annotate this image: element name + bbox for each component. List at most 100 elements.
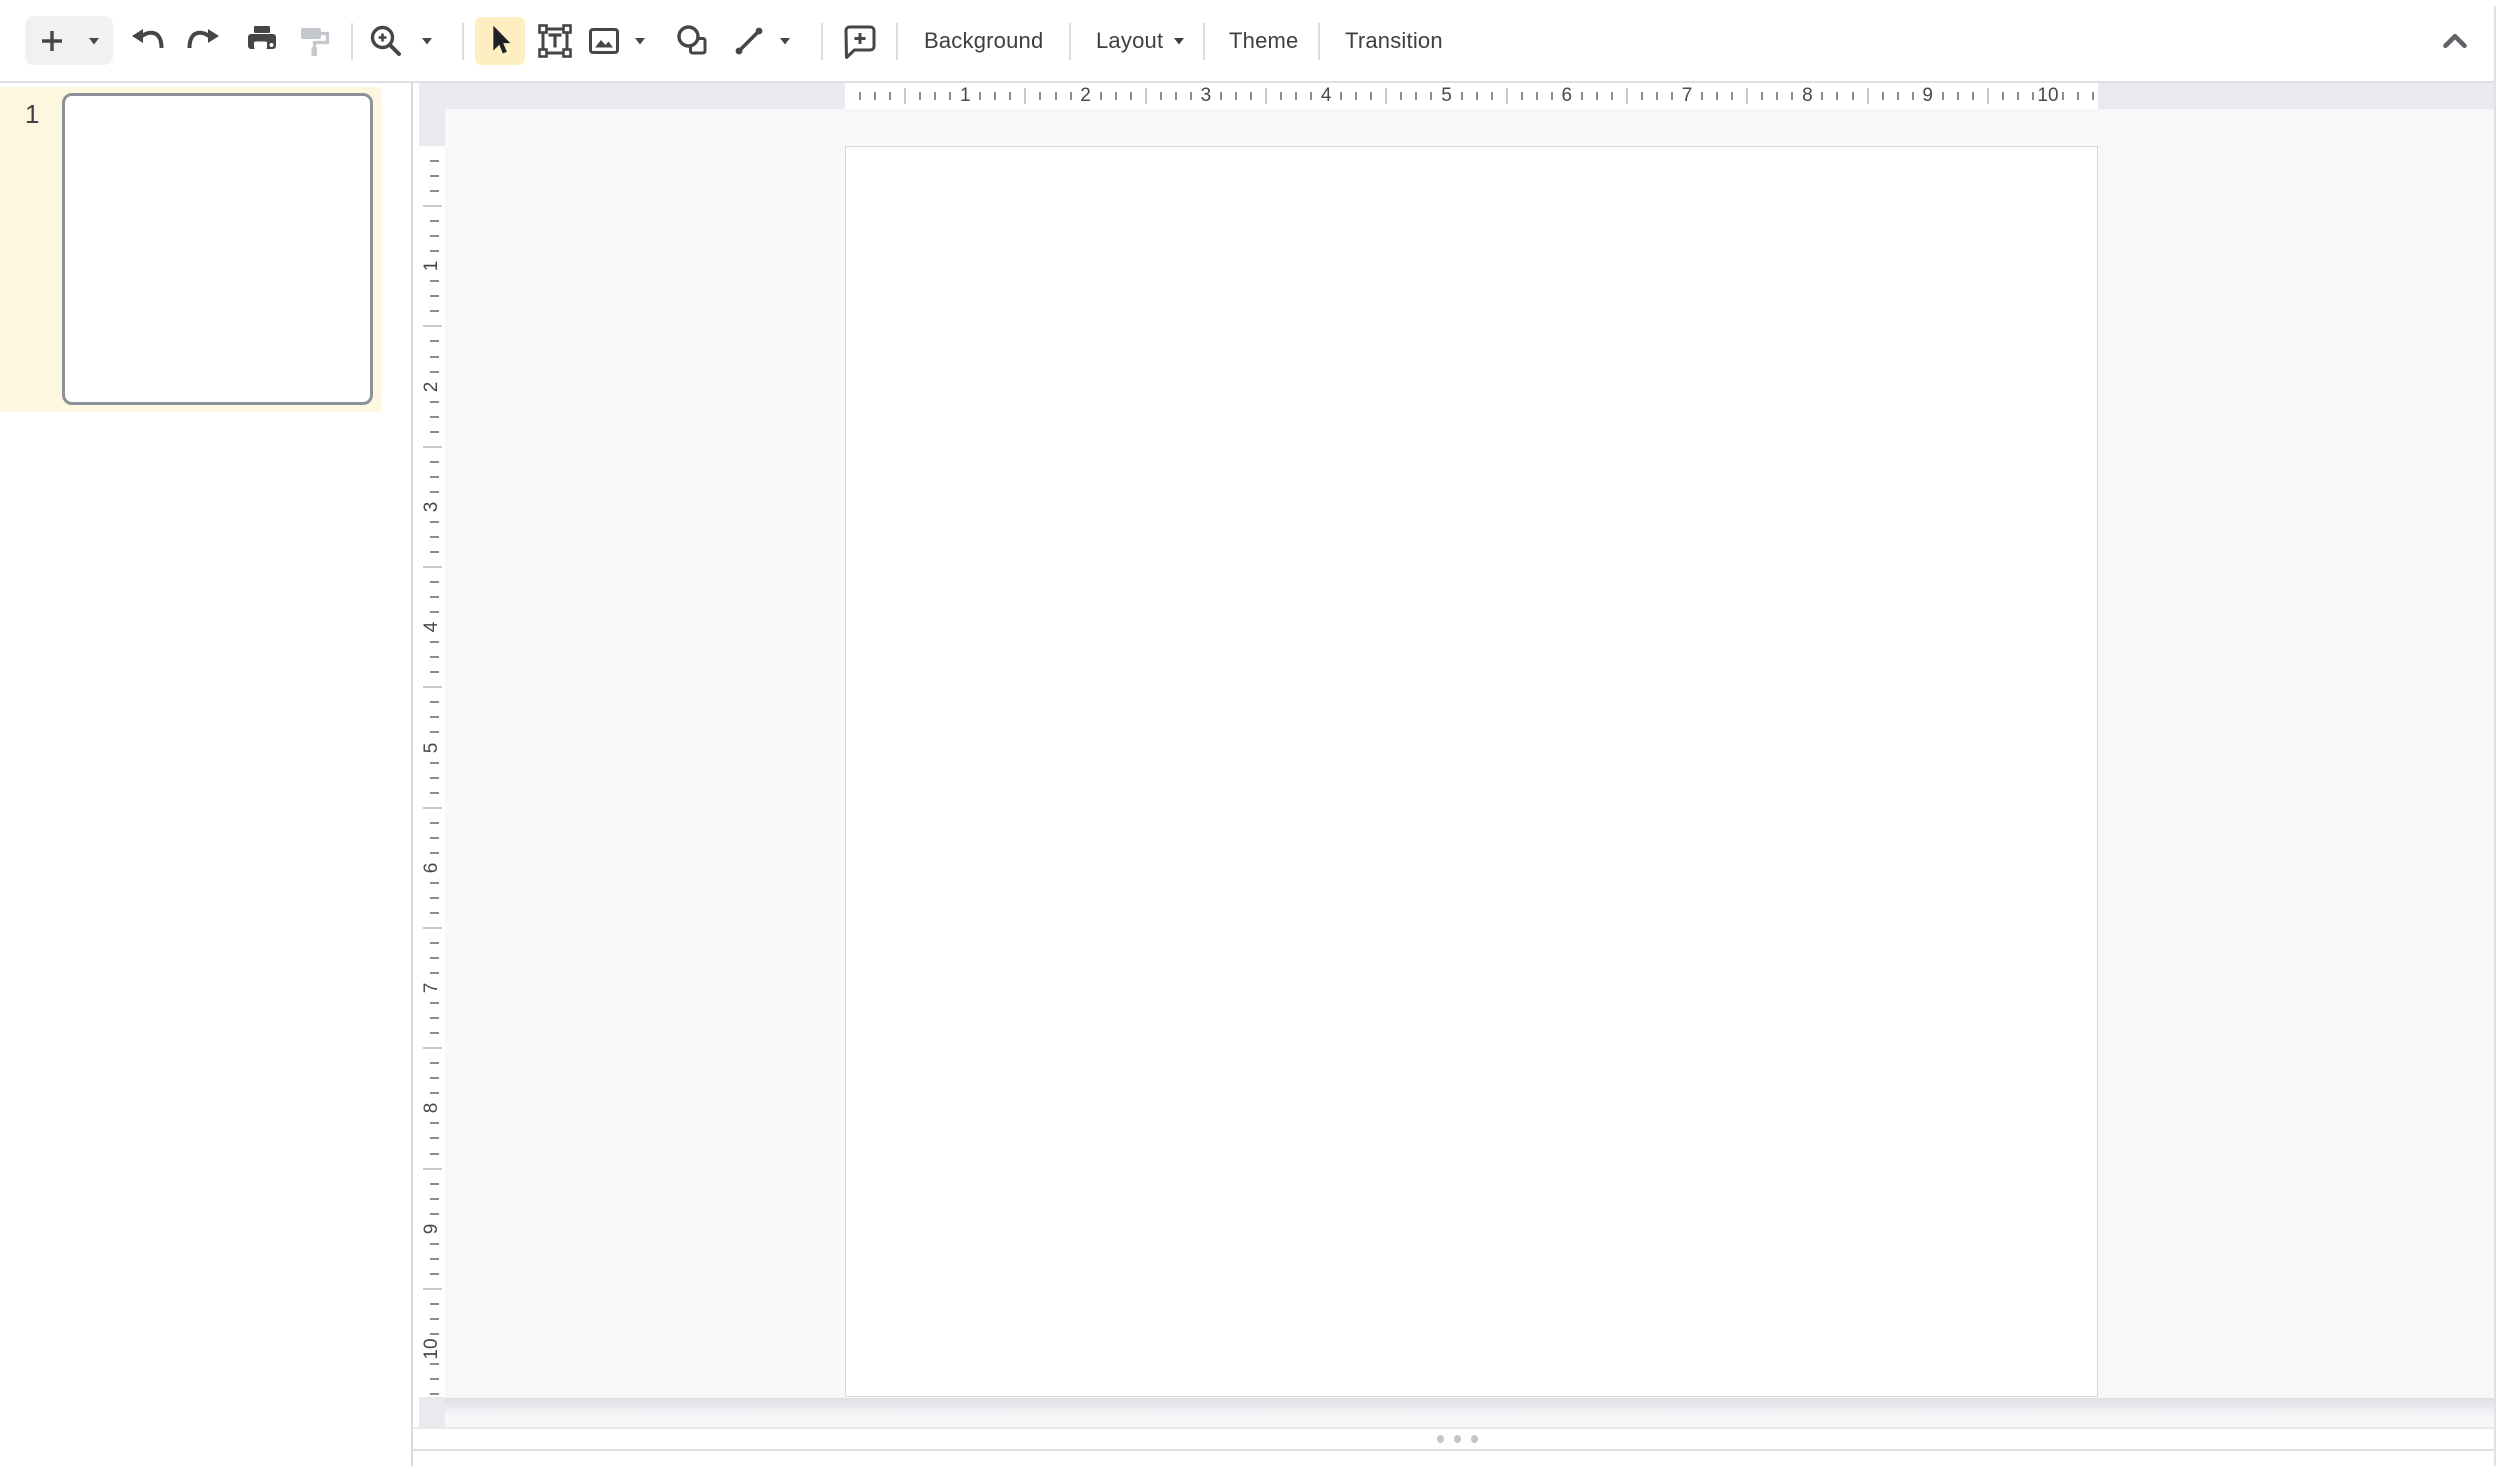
- ruler-tick: [1972, 92, 1974, 100]
- ruler-tick: [994, 92, 996, 100]
- redo-button[interactable]: [179, 17, 227, 65]
- ruler-tick: [859, 92, 861, 100]
- ruler-tick: [1731, 92, 1733, 100]
- ruler-tick: [430, 476, 439, 478]
- ruler-tick: [430, 416, 439, 418]
- ruler-tick: [430, 942, 439, 944]
- ruler-tick: [430, 295, 439, 297]
- ruler-tick: [430, 972, 439, 974]
- background-button[interactable]: Background: [908, 17, 1059, 65]
- ruler-tick: [1461, 92, 1463, 100]
- select-tool-button[interactable]: [475, 17, 525, 65]
- ruler-number: 9: [421, 1223, 443, 1234]
- ruler-number: 4: [1321, 83, 1332, 109]
- toolbar-separator: [1203, 23, 1205, 60]
- ruler-tick: [1776, 92, 1778, 100]
- ruler-tick: [1115, 92, 1117, 100]
- insert-image-button[interactable]: [584, 17, 647, 65]
- ruler-tick: [430, 957, 439, 959]
- zoom-button[interactable]: [366, 17, 434, 65]
- ruler-tick: [430, 1002, 439, 1004]
- ruler-tick: [1701, 92, 1703, 100]
- ruler-tick: [1671, 92, 1673, 100]
- chevron-down-icon: [633, 36, 647, 46]
- ruler-tick: [1310, 92, 1312, 100]
- ruler-tick: [1791, 92, 1793, 100]
- ruler-tick: [1385, 88, 1387, 104]
- ruler-tick: [2032, 92, 2034, 100]
- ruler-tick: [430, 371, 439, 373]
- ruler-tick: [430, 175, 439, 177]
- insert-shape-button[interactable]: [669, 17, 717, 65]
- text-box-button[interactable]: [531, 17, 579, 65]
- ruler-tick: [430, 701, 439, 703]
- ruler-number: 3: [421, 502, 443, 513]
- ruler-tick: [1070, 92, 1072, 100]
- line-icon: [729, 21, 769, 61]
- ruler-tick: [1882, 92, 1884, 100]
- ruler-tick: [1160, 92, 1162, 100]
- ruler-tick: [1024, 88, 1026, 104]
- comment-plus-icon: [840, 21, 880, 61]
- ruler-tick: [1100, 92, 1102, 100]
- ruler-tick: [889, 92, 891, 100]
- ruler-tick: [430, 837, 439, 839]
- print-button[interactable]: [238, 17, 286, 65]
- insert-line-button[interactable]: [729, 17, 792, 65]
- ruler-number: 8: [421, 1103, 443, 1114]
- ruler-tick: [1400, 92, 1402, 100]
- ruler-tick: [1506, 88, 1508, 104]
- ruler-number: 7: [1682, 83, 1693, 109]
- ruler-tick: [430, 340, 439, 342]
- drag-handle-dot: [1471, 1435, 1478, 1443]
- ruler-tick: [1009, 92, 1011, 100]
- ruler-tick: [979, 92, 981, 100]
- ruler-tick: [430, 1032, 439, 1034]
- ruler-tick: [430, 401, 439, 403]
- ruler-tick: [430, 1077, 439, 1079]
- ruler-tick: [430, 461, 439, 463]
- ruler-tick: [1821, 92, 1823, 100]
- ruler-tick: [430, 656, 439, 658]
- slide-item-selected[interactable]: 1: [0, 87, 381, 412]
- ruler-number: 6: [1562, 83, 1573, 109]
- theme-button[interactable]: Theme: [1213, 17, 1314, 65]
- ruler-tick: [430, 852, 439, 854]
- new-slide-button[interactable]: [25, 16, 113, 65]
- ruler-tick: [430, 1393, 439, 1395]
- ruler-tick: [430, 1333, 439, 1335]
- ruler-tick: [430, 641, 439, 643]
- ruler-tick: [430, 235, 439, 237]
- ruler-tick: [423, 205, 442, 207]
- ruler-tick: [430, 1183, 439, 1185]
- ruler-number: 9: [1922, 83, 1933, 109]
- ruler-tick: [430, 431, 439, 433]
- slide-page[interactable]: [845, 146, 2098, 1397]
- ruler-tick: [1912, 92, 1914, 100]
- slide-thumbnail[interactable]: [62, 93, 373, 405]
- ruler-tick: [430, 1318, 439, 1320]
- ruler-tick: [949, 92, 951, 100]
- ruler-tick: [1055, 92, 1057, 100]
- collapse-menus-button[interactable]: [2427, 13, 2483, 69]
- ruler-tick: [1596, 92, 1598, 100]
- ruler-tick: [1521, 92, 1523, 100]
- paint-format-button[interactable]: [291, 17, 339, 65]
- speaker-notes-splitter[interactable]: [413, 1427, 2502, 1449]
- ruler-tick: [423, 927, 442, 929]
- ruler-tick: [430, 1258, 439, 1260]
- undo-button[interactable]: [124, 17, 172, 65]
- ruler-tick: [904, 88, 906, 104]
- ruler-tick: [430, 792, 439, 794]
- ruler-tick: [1746, 88, 1748, 104]
- ruler-tick: [430, 762, 439, 764]
- slide-canvas-area: [445, 109, 2494, 1427]
- layout-button[interactable]: Layout: [1080, 17, 1202, 65]
- ruler-tick: [430, 521, 439, 523]
- add-comment-button[interactable]: [836, 17, 884, 65]
- chevron-down-icon: [87, 36, 101, 46]
- transition-button[interactable]: Transition: [1329, 17, 1459, 65]
- ruler-tick: [1190, 92, 1192, 100]
- ruler-tick: [430, 220, 439, 222]
- ruler-tick: [934, 92, 936, 100]
